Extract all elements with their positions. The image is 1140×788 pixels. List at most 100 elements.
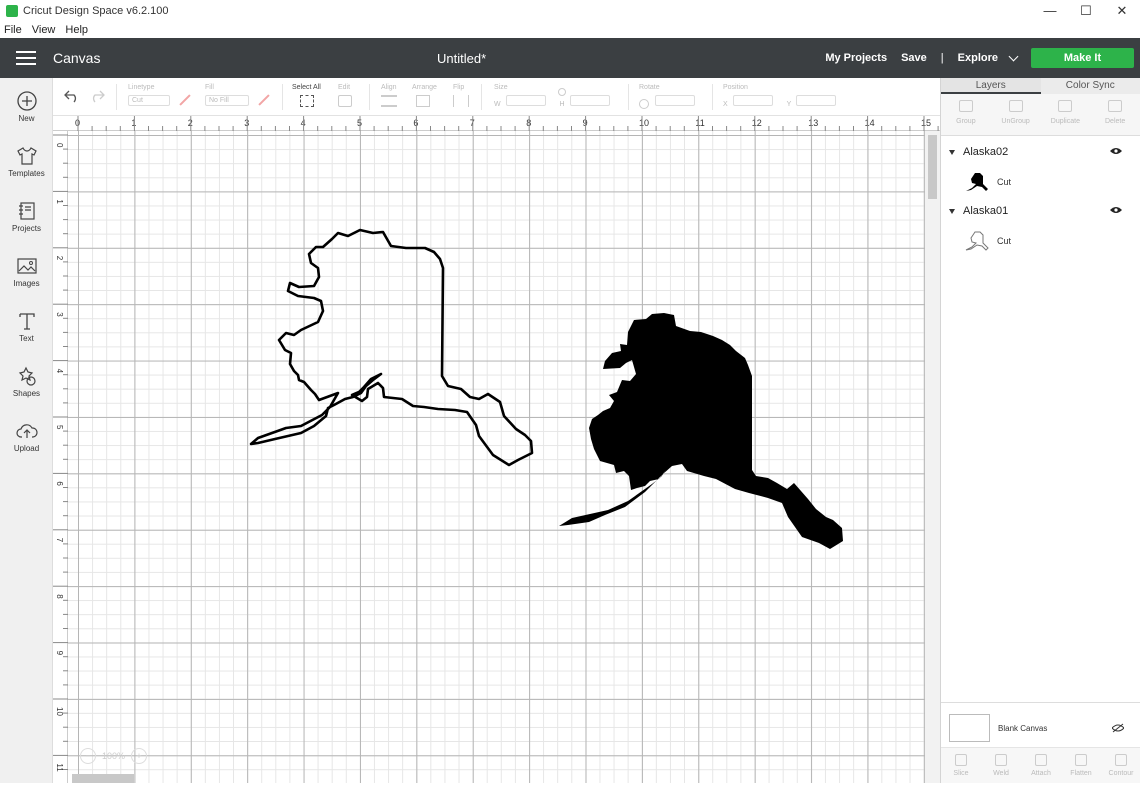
- vertical-scroll-thumb[interactable]: [928, 135, 937, 199]
- explore-button[interactable]: Explore: [958, 52, 998, 64]
- window-controls: — ☐ ✕: [1032, 0, 1140, 22]
- app-header: Canvas Untitled* My Projects Save | Expl…: [0, 38, 1140, 78]
- select-all-button[interactable]: Select All: [292, 84, 321, 107]
- layer-tools: Group UnGroup Duplicate Delete: [941, 94, 1140, 136]
- toolbar-divider: [282, 84, 283, 110]
- sidebar-item-templates[interactable]: Templates: [0, 133, 53, 188]
- edit-button[interactable]: Edit: [338, 84, 352, 107]
- height-input[interactable]: [570, 95, 610, 106]
- layer-item[interactable]: Cut: [949, 164, 1140, 199]
- delete-label: Delete: [1105, 118, 1125, 125]
- flatten-button[interactable]: Flatten: [1061, 748, 1101, 783]
- chevron-down-icon[interactable]: [1009, 52, 1019, 62]
- edit-label: Edit: [338, 84, 352, 91]
- sidebar-item-text[interactable]: Text: [0, 298, 53, 353]
- blank-canvas-row[interactable]: Blank Canvas: [949, 713, 1134, 743]
- tab-color-sync[interactable]: Color Sync: [1041, 78, 1140, 94]
- my-projects-button[interactable]: My Projects: [825, 52, 887, 64]
- linetype-select[interactable]: Cut: [128, 95, 170, 106]
- fill-color-icon[interactable]: [258, 94, 269, 105]
- slice-icon: [955, 754, 967, 766]
- layer-header[interactable]: Alaska02: [949, 140, 1140, 164]
- image-icon: [16, 255, 38, 277]
- rotate-control: Rotate: [639, 84, 695, 109]
- ruler-left-label: 8: [55, 594, 64, 599]
- alaska01-outline-shape[interactable]: [251, 230, 532, 465]
- menu-help[interactable]: Help: [61, 22, 94, 38]
- lock-icon[interactable]: [558, 88, 566, 96]
- plus-circle-icon: [16, 90, 38, 112]
- layer-group-alaska01[interactable]: Alaska01 Cut: [941, 199, 1140, 258]
- sidebar-item-projects[interactable]: Projects: [0, 188, 53, 243]
- close-window-button[interactable]: ✕: [1104, 0, 1140, 22]
- undo-icon[interactable]: [64, 89, 80, 103]
- flip-button[interactable]: Flip: [453, 84, 469, 107]
- attach-button[interactable]: Attach: [1021, 748, 1061, 783]
- vertical-scrollbar[interactable]: [925, 131, 940, 783]
- arrange-button[interactable]: Arrange: [412, 84, 437, 107]
- collapse-triangle-icon[interactable]: [949, 150, 955, 155]
- layer-header[interactable]: Alaska01: [949, 199, 1140, 223]
- ungroup-button[interactable]: UnGroup: [991, 94, 1041, 135]
- horizontal-scroll-thumb[interactable]: [72, 774, 134, 783]
- sidebar-item-images[interactable]: Images: [0, 243, 53, 298]
- hamburger-menu-icon[interactable]: [16, 47, 36, 69]
- save-button[interactable]: Save: [901, 52, 927, 64]
- collapse-triangle-icon[interactable]: [949, 209, 955, 214]
- group-icon: [959, 100, 973, 112]
- blank-canvas-swatch[interactable]: [949, 714, 990, 742]
- width-input[interactable]: [506, 95, 546, 106]
- duplicate-button[interactable]: Duplicate: [1041, 94, 1091, 135]
- eye-icon[interactable]: [1110, 206, 1122, 214]
- sidebar-item-new[interactable]: New: [0, 78, 53, 133]
- tab-layers[interactable]: Layers: [941, 78, 1041, 94]
- menu-file[interactable]: File: [0, 22, 28, 38]
- group-button[interactable]: Group: [941, 94, 991, 135]
- ruler-left-label: 3: [55, 312, 64, 317]
- rotate-input[interactable]: [655, 95, 695, 106]
- x-input[interactable]: [733, 95, 773, 106]
- align-button[interactable]: Align: [381, 84, 397, 107]
- y-input[interactable]: [796, 95, 836, 106]
- document-title[interactable]: Untitled*: [437, 51, 486, 66]
- slice-button[interactable]: Slice: [941, 748, 981, 783]
- ruler-left-label: 5: [55, 425, 64, 430]
- sidebar-item-upload[interactable]: Upload: [0, 408, 53, 463]
- select-all-icon: [300, 95, 314, 107]
- minimize-button[interactable]: —: [1032, 0, 1068, 22]
- linetype-color-icon[interactable]: [179, 94, 190, 105]
- toolbar-divider: [481, 84, 482, 110]
- zoom-in-button[interactable]: +: [131, 748, 147, 764]
- eye-hidden-icon[interactable]: [1112, 723, 1124, 733]
- weld-button[interactable]: Weld: [981, 748, 1021, 783]
- rotate-label: Rotate: [639, 84, 695, 91]
- zoom-out-button[interactable]: −: [80, 748, 96, 764]
- sidebar-label: Text: [19, 334, 34, 343]
- ruler-top-label: 14: [865, 118, 875, 128]
- contour-button[interactable]: Contour: [1101, 748, 1140, 783]
- delete-button[interactable]: Delete: [1090, 94, 1140, 135]
- fill-control[interactable]: Fill No Fill: [205, 84, 271, 106]
- sidebar-label: Projects: [12, 224, 41, 233]
- toolbar-divider: [116, 84, 117, 110]
- design-canvas[interactable]: [68, 131, 925, 783]
- position-label: Position: [723, 84, 836, 91]
- eye-icon[interactable]: [1110, 147, 1122, 155]
- alaska02-filled-shape[interactable]: [559, 313, 843, 549]
- shapes-icon: [16, 365, 38, 387]
- ungroup-label: UnGroup: [1001, 118, 1029, 125]
- fill-select[interactable]: No Fill: [205, 95, 249, 106]
- sidebar-label: New: [18, 114, 34, 123]
- ruler-top-label: 11: [695, 118, 704, 128]
- cloud-upload-icon: [16, 420, 38, 442]
- linetype-control[interactable]: Linetype Cut: [128, 84, 192, 106]
- redo-icon[interactable]: [89, 89, 105, 103]
- ruler-left-label: 7: [55, 538, 64, 543]
- layer-group-alaska02[interactable]: Alaska02 Cut: [941, 140, 1140, 199]
- make-it-button[interactable]: Make It: [1031, 48, 1134, 68]
- sidebar-item-shapes[interactable]: Shapes: [0, 353, 53, 408]
- layer-item[interactable]: Cut: [949, 223, 1140, 258]
- menu-view[interactable]: View: [28, 22, 62, 38]
- height-label: H: [560, 101, 565, 108]
- maximize-button[interactable]: ☐: [1068, 0, 1104, 22]
